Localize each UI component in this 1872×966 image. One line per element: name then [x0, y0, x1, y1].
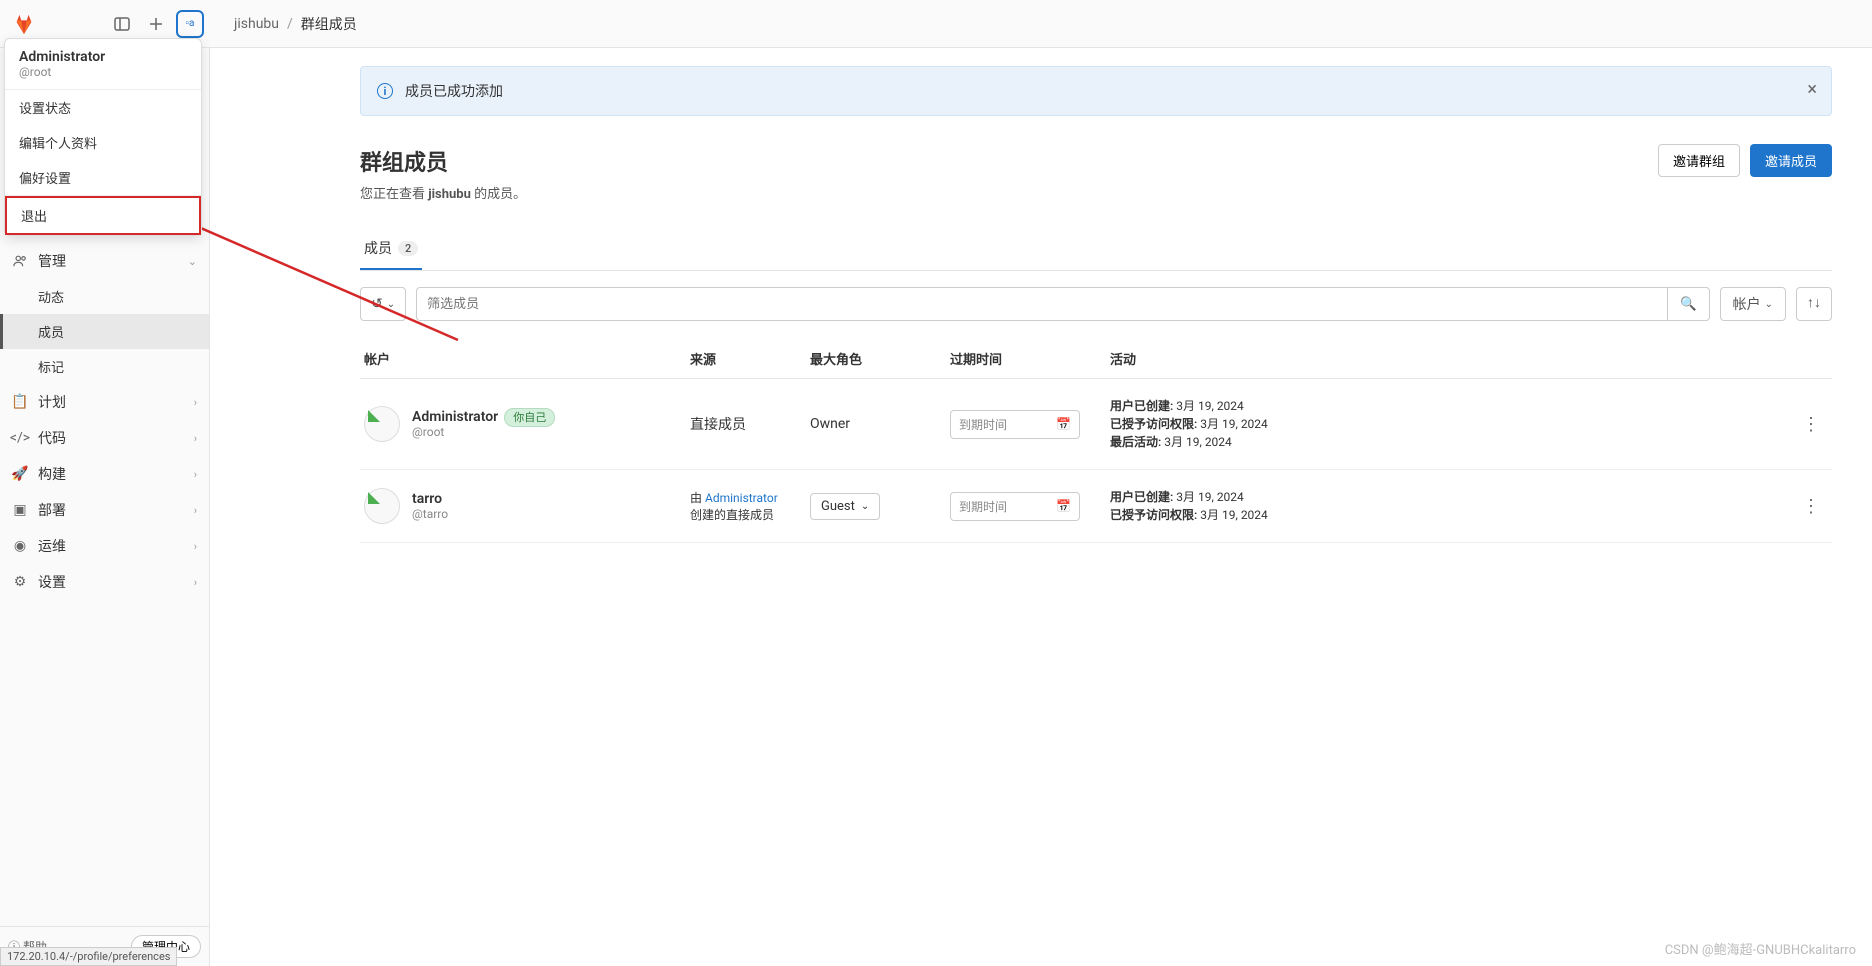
calendar-icon: 📅 — [1056, 499, 1071, 513]
sidebar-item-build[interactable]: 🚀构建› — [0, 456, 209, 492]
menu-item-edit-profile[interactable]: 编辑个人资料 — [5, 125, 201, 160]
sort-button[interactable]: ↑↓ — [1796, 287, 1832, 321]
member-handle: @tarro — [412, 507, 448, 521]
sort-icon: ↑↓ — [1807, 295, 1821, 311]
chevron-down-icon: ⌄ — [861, 501, 869, 512]
breadcrumb-current: 群组成员 — [301, 14, 357, 34]
source-link[interactable]: Administrator — [705, 491, 778, 505]
invite-group-button[interactable]: 邀请群组 — [1658, 144, 1740, 177]
operate-icon: ◉ — [12, 538, 28, 554]
user-dropdown-menu: Administrator @root 设置状态 编辑个人资料 偏好设置 退出 — [4, 38, 202, 236]
role-select[interactable]: Guest ⌄ — [810, 493, 880, 520]
sidebar-item-code[interactable]: </>代码› — [0, 420, 209, 456]
menu-item-preferences[interactable]: 偏好设置 — [5, 160, 201, 195]
table-row: Administrator你自己 @root 直接成员 Owner 到期时间📅 … — [360, 379, 1832, 470]
sidebar-item-plan[interactable]: 📋计划› — [0, 384, 209, 420]
panel-icon[interactable] — [108, 10, 136, 38]
gitlab-logo[interactable] — [12, 12, 36, 36]
sidebar-item-settings[interactable]: ⚙设置› — [0, 564, 209, 600]
sidebar-item-operate[interactable]: ◉运维› — [0, 528, 209, 564]
success-alert: i 成员已成功添加 × — [360, 66, 1832, 116]
col-account: 帐户 — [360, 349, 690, 368]
account-filter[interactable]: 帐户 ⌄ — [1720, 287, 1786, 321]
activity-text: 用户已创建: 3月 19, 2024 已授予访问权限: 3月 19, 2024 … — [1110, 397, 1802, 451]
chevron-right-icon: › — [194, 396, 197, 409]
chevron-down-icon: ⌄ — [188, 255, 197, 268]
expire-input[interactable]: 到期时间📅 — [950, 410, 1080, 439]
member-name[interactable]: tarro — [412, 491, 448, 507]
member-handle: @root — [412, 425, 555, 439]
user-avatar-icon[interactable]: ▫a — [176, 10, 204, 38]
invite-member-button[interactable]: 邀请成员 — [1750, 144, 1832, 177]
breadcrumb-group[interactable]: jishubu — [234, 16, 279, 32]
members-table: 帐户 来源 最大角色 过期时间 活动 Administrator 你自己 @roo… — [360, 339, 1832, 543]
status-bar-url: 172.20.10.4/-/profile/preferences — [0, 947, 177, 966]
topbar: ▫a jishubu / 群组成员 — [0, 0, 1872, 48]
chevron-down-icon: ⌄ — [1765, 299, 1773, 310]
main-content: i 成员已成功添加 × 群组成员 邀请群组 邀请成员 您正在查看 jishubu… — [210, 48, 1872, 966]
calendar-icon: 📋 — [12, 394, 28, 410]
code-icon: </> — [12, 430, 28, 446]
avatar[interactable] — [364, 406, 400, 442]
users-icon — [12, 253, 28, 269]
tab-members[interactable]: 成员2 — [360, 228, 422, 270]
activity-text: 用户已创建: 3月 19, 2024 已授予访问权限: 3月 19, 2024 — [1110, 488, 1802, 524]
gear-icon: ⚙ — [12, 574, 28, 590]
alert-text: 成员已成功添加 — [405, 81, 503, 101]
calendar-icon: 📅 — [1056, 417, 1071, 431]
menu-user-name: Administrator — [19, 49, 187, 65]
page-title: 群组成员 — [360, 145, 448, 177]
sidebar-item-labels[interactable]: 标记 — [0, 349, 209, 384]
you-badge: 你自己 — [504, 408, 555, 427]
source-text: 直接成员 — [690, 414, 810, 434]
menu-item-logout[interactable]: 退出 — [5, 196, 201, 235]
col-source: 来源 — [690, 349, 810, 368]
role-text: Owner — [810, 416, 950, 432]
info-icon: i — [377, 83, 393, 99]
filter-input[interactable] — [416, 287, 1668, 321]
tabs: 成员2 — [360, 228, 1832, 271]
history-button[interactable]: ↺⌄ — [360, 287, 406, 321]
breadcrumb-separator: / — [287, 16, 293, 32]
subtitle: 您正在查看 jishubu 的成员。 — [360, 183, 1832, 202]
row-menu-button[interactable]: ⋮ — [1802, 496, 1832, 517]
sidebar-item-deploy[interactable]: ▣部署› — [0, 492, 209, 528]
watermark: CSDN @鲍海超-GNUBHCkalitarro — [1665, 939, 1856, 958]
expire-input[interactable]: 到期时间📅 — [950, 492, 1080, 521]
row-menu-button[interactable]: ⋮ — [1802, 414, 1832, 435]
rocket-icon: 🚀 — [12, 466, 28, 482]
col-activity: 活动 — [1110, 349, 1802, 368]
sidebar-item-members[interactable]: 成员 — [0, 314, 209, 349]
breadcrumb: jishubu / 群组成员 — [234, 14, 357, 34]
menu-item-status[interactable]: 设置状态 — [5, 90, 201, 125]
search-button[interactable]: 🔍 — [1668, 287, 1710, 321]
chevron-down-icon: ⌄ — [387, 299, 395, 310]
avatar[interactable] — [364, 488, 400, 524]
source-text: 由 Administrator创建的直接成员 — [690, 489, 810, 523]
col-role: 最大角色 — [810, 349, 950, 368]
menu-user-handle: @root — [19, 65, 187, 79]
deploy-icon: ▣ — [12, 502, 28, 518]
sidebar-item-manage[interactable]: 管理⌄ — [0, 243, 209, 279]
member-name[interactable]: Administrator — [412, 409, 498, 425]
col-expire: 过期时间 — [950, 349, 1110, 368]
search-icon: 🔍 — [1680, 297, 1697, 312]
history-icon: ↺ — [371, 296, 383, 312]
close-icon[interactable]: × — [1807, 79, 1817, 100]
plus-icon[interactable] — [142, 10, 170, 38]
table-row: tarro @tarro 由 Administrator创建的直接成员 Gues… — [360, 470, 1832, 543]
sidebar-item-activity[interactable]: 动态 — [0, 279, 209, 314]
